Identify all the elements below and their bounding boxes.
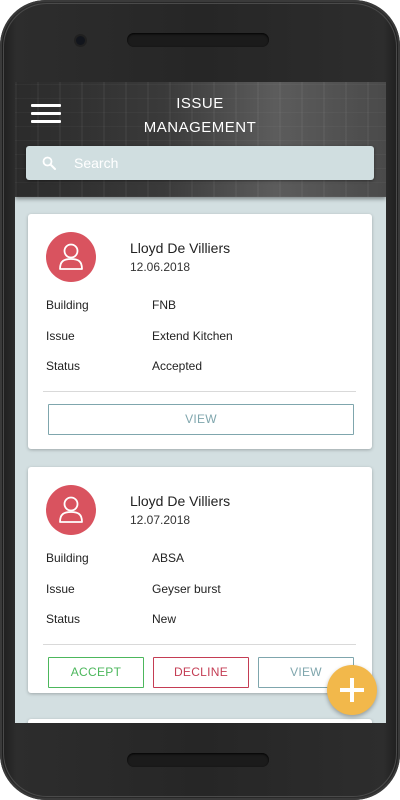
- search-icon: [42, 156, 56, 170]
- page-title-line-2: MANAGEMENT: [143, 119, 257, 136]
- decline-button[interactable]: DECLINE: [153, 657, 249, 688]
- card-divider: [43, 644, 356, 645]
- status-value: New: [152, 612, 177, 626]
- app-header: ISSUE MANAGEMENT: [15, 82, 386, 197]
- issue-value: Geyser burst: [152, 582, 221, 596]
- bottom-speaker: [127, 753, 269, 767]
- building-label: Building: [46, 551, 89, 565]
- building-label: Building: [46, 298, 89, 312]
- page-title-line-1: ISSUE: [176, 95, 224, 112]
- phone-frame: ISSUE MANAGEMENT Lloyd De Villiers 12.06: [0, 0, 400, 800]
- issue-label: Issue: [46, 329, 75, 343]
- issue-label: Issue: [46, 582, 75, 596]
- plus-icon-vertical: [350, 678, 354, 702]
- issue-card: [28, 719, 372, 723]
- page-title: ISSUE MANAGEMENT: [120, 92, 280, 140]
- issue-date: 12.06.2018: [130, 260, 191, 274]
- building-value: ABSA: [152, 551, 185, 565]
- status-label: Status: [46, 359, 81, 373]
- app-screen: ISSUE MANAGEMENT Lloyd De Villiers 12.06: [15, 82, 386, 723]
- reporter-name: Lloyd De Villiers: [130, 493, 231, 509]
- card-divider: [43, 391, 356, 392]
- avatar: [46, 232, 96, 282]
- front-camera: [76, 36, 85, 45]
- issue-value: Extend Kitchen: [152, 329, 233, 343]
- issue-card: Lloyd De Villiers 12.07.2018 Building AB…: [28, 467, 372, 693]
- earpiece-speaker: [127, 33, 269, 47]
- user-icon: [59, 496, 83, 523]
- issue-card: Lloyd De Villiers 12.06.2018 Building FN…: [28, 214, 372, 449]
- avatar: [46, 485, 96, 535]
- search-bar[interactable]: [26, 146, 374, 180]
- reporter-name: Lloyd De Villiers: [130, 240, 231, 256]
- view-button[interactable]: VIEW: [48, 404, 354, 435]
- add-issue-button[interactable]: [327, 665, 377, 715]
- search-input[interactable]: [74, 146, 364, 180]
- building-value: FNB: [152, 298, 176, 312]
- status-value: Accepted: [152, 359, 203, 373]
- accept-button[interactable]: ACCEPT: [48, 657, 144, 688]
- status-label: Status: [46, 612, 81, 626]
- issue-date: 12.07.2018: [130, 513, 191, 527]
- hamburger-menu-icon[interactable]: [31, 104, 61, 124]
- user-icon: [59, 243, 83, 270]
